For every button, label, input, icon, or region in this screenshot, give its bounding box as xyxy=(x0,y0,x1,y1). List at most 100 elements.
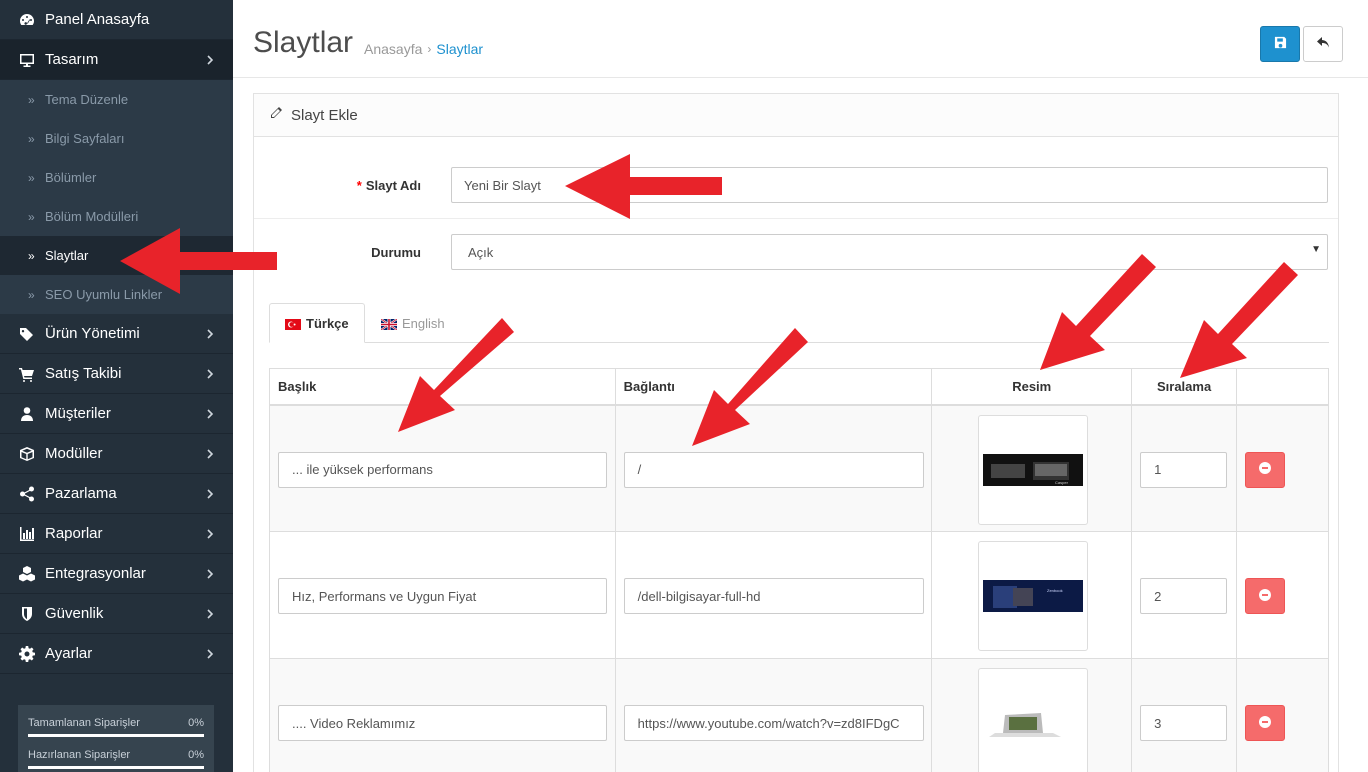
minus-circle-icon xyxy=(1259,462,1272,477)
sub-item-theme[interactable]: » Tema Düzenle xyxy=(0,80,233,119)
breadcrumb-home[interactable]: Anasayfa xyxy=(364,41,422,57)
chevron-right-icon xyxy=(205,326,215,342)
remove-slide-button[interactable] xyxy=(1245,578,1286,614)
nav-label: Tasarım xyxy=(45,51,99,68)
bar-chart-icon xyxy=(18,525,36,543)
page-title: Slaytlar xyxy=(253,26,354,59)
double-chevron-icon: » xyxy=(28,209,35,224)
required-mark: * xyxy=(356,178,362,193)
tab-label: English xyxy=(402,315,445,331)
stat-value: 0% xyxy=(188,749,204,761)
stat-progress-bar xyxy=(28,734,204,737)
sub-item-info-pages[interactable]: » Bilgi Sayfaları xyxy=(0,119,233,158)
nav-item-reports[interactable]: Raporlar xyxy=(0,514,233,554)
slide-image-3 xyxy=(983,703,1084,743)
nav-label: Raporlar xyxy=(45,525,103,542)
slide-link-input[interactable]: / xyxy=(623,451,924,488)
nav-item-marketing[interactable]: Pazarlama xyxy=(0,474,233,514)
slide-name-label: * Slayt Adı xyxy=(357,178,421,193)
user-icon xyxy=(18,405,36,423)
slide-order-input[interactable]: 3 xyxy=(1140,705,1228,741)
nav-label: Müşteriler xyxy=(45,405,111,422)
double-chevron-icon: » xyxy=(28,248,35,263)
sub-item-sections[interactable]: » Bölümler xyxy=(0,158,233,197)
nav-item-settings[interactable]: Ayarlar xyxy=(0,634,233,674)
sub-label: Slaytlar xyxy=(45,248,89,263)
slide-image-thumbnail[interactable]: Zenbook xyxy=(978,541,1089,651)
pencil-icon xyxy=(269,106,291,124)
cart-icon xyxy=(18,365,36,383)
uk-flag-icon xyxy=(380,317,398,331)
nav-label: Modüller xyxy=(45,445,103,462)
slide-order-input[interactable]: 1 xyxy=(1140,451,1228,488)
chevron-right-icon xyxy=(205,606,215,622)
save-icon xyxy=(1274,36,1287,52)
stat-label: Tamamlanan Siparişler xyxy=(28,717,140,729)
back-button[interactable] xyxy=(1303,26,1343,62)
slide-order-input[interactable]: 2 xyxy=(1140,578,1228,614)
remove-slide-button[interactable] xyxy=(1245,451,1286,488)
stat-preparing: Hazırlanan Siparişler 0% xyxy=(28,749,204,761)
table-row: ... ile yüksek performans / Casper 1 xyxy=(269,404,1329,532)
order-stats: Tamamlanan Siparişler 0% Hazırlanan Sipar… xyxy=(18,705,214,772)
gear-icon xyxy=(18,645,36,663)
chevron-right-icon xyxy=(205,446,215,462)
tab-turkish[interactable]: Türkçe xyxy=(269,303,365,343)
slide-title-input[interactable]: .... Video Reklamımız xyxy=(278,705,607,741)
share-icon xyxy=(18,485,36,503)
monitor-icon xyxy=(18,51,36,69)
nav-item-integrations[interactable]: Entegrasyonlar xyxy=(0,554,233,594)
sub-item-section-modules[interactable]: » Bölüm Modülleri xyxy=(0,197,233,236)
nav-label: Pazarlama xyxy=(45,485,117,502)
col-actions xyxy=(1236,368,1329,406)
slides-table: Başlık Bağlantı Resim Sıralama ... ile y… xyxy=(269,368,1329,772)
nav-label: Entegrasyonlar xyxy=(45,565,146,582)
chevron-right-icon xyxy=(205,486,215,502)
svg-text:Casper: Casper xyxy=(1055,480,1069,485)
sub-item-seo-links[interactable]: » SEO Uyumlu Linkler xyxy=(0,275,233,314)
nav-item-customers[interactable]: Müşteriler xyxy=(0,394,233,434)
slide-image-thumbnail[interactable] xyxy=(978,668,1089,772)
slide-link-input[interactable]: https://www.youtube.com/watch?v=zd8IFDgC xyxy=(623,705,924,741)
slide-image-thumbnail[interactable]: Casper xyxy=(978,414,1089,525)
turkey-flag-icon xyxy=(285,318,301,330)
chevron-right-icon xyxy=(205,406,215,422)
nav-item-security[interactable]: Güvenlik xyxy=(0,594,233,634)
col-link: Bağlantı xyxy=(614,368,933,406)
sub-item-slides[interactable]: » Slaytlar xyxy=(0,236,233,275)
nav-item-design[interactable]: Tasarım xyxy=(0,40,233,80)
shield-icon xyxy=(18,605,36,623)
slide-name-input[interactable]: Yeni Bir Slayt xyxy=(451,167,1328,203)
slide-image-2: Zenbook xyxy=(983,580,1084,612)
chevron-right-icon xyxy=(205,526,215,542)
nav-item-modules[interactable]: Modüller xyxy=(0,434,233,474)
nav-label: Güvenlik xyxy=(45,605,104,622)
save-button[interactable] xyxy=(1260,26,1300,62)
nav-item-products[interactable]: Ürün Yönetimi xyxy=(0,314,233,354)
tags-icon xyxy=(18,325,36,343)
sidebar: Panel Anasayfa Tasarım » Tema Düzenle » Bi… xyxy=(0,0,233,772)
slide-form-panel: Slayt Ekle * Slayt Adı Yeni Bir Slayt Dur… xyxy=(253,93,1339,772)
stat-progress-bar xyxy=(28,766,204,769)
stat-completed: Tamamlanan Siparişler 0% xyxy=(28,717,204,729)
nav-item-dashboard[interactable]: Panel Anasayfa xyxy=(0,0,233,40)
sub-label: Tema Düzenle xyxy=(45,92,129,107)
table-row: Hız, Performans ve Uygun Fiyat /dell-bil… xyxy=(269,531,1329,659)
table-header: Başlık Bağlantı Resim Sıralama xyxy=(269,368,1329,406)
breadcrumb-current[interactable]: Slaytlar xyxy=(436,41,483,57)
submenu-design: » Tema Düzenle » Bilgi Sayfaları » Bölümler… xyxy=(0,80,233,314)
status-select[interactable]: Açık ▼ xyxy=(451,234,1328,270)
nav-item-sales[interactable]: Satış Takibi xyxy=(0,354,233,394)
minus-circle-icon xyxy=(1259,588,1272,604)
slide-title-input[interactable]: Hız, Performans ve Uygun Fiyat xyxy=(278,578,607,614)
svg-text:Zenbook: Zenbook xyxy=(1047,588,1063,593)
tab-english[interactable]: English xyxy=(366,303,460,343)
slide-title-input[interactable]: ... ile yüksek performans xyxy=(278,451,607,488)
col-image: Resim xyxy=(931,368,1133,406)
dashboard-icon xyxy=(18,11,36,29)
slide-link-input[interactable]: /dell-bilgisayar-full-hd xyxy=(623,578,924,614)
sub-label: SEO Uyumlu Linkler xyxy=(45,287,163,302)
remove-slide-button[interactable] xyxy=(1245,705,1286,741)
breadcrumb: Anasayfa › Slaytlar xyxy=(364,41,483,57)
minus-circle-icon xyxy=(1259,715,1272,731)
